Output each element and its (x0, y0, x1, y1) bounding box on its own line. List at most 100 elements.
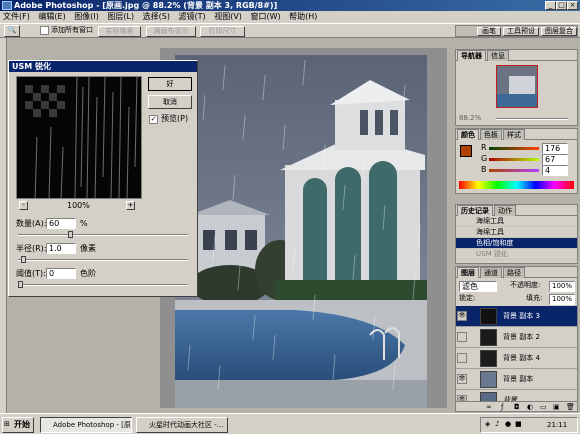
preview-zoom-level: 100% (67, 201, 90, 210)
maximize-button[interactable]: □ (556, 1, 567, 10)
new-layer-icon[interactable]: ▣ (553, 403, 560, 411)
visibility-eye-icon[interactable] (457, 353, 467, 363)
color-spectrum-bar[interactable] (459, 181, 574, 189)
fit-screen-button[interactable]: 满画布显示 (146, 26, 196, 37)
minimize-button[interactable]: _ (545, 1, 556, 10)
tray-volume-icon[interactable]: ♪ (495, 420, 499, 428)
tab-layers[interactable]: 图层 (457, 267, 479, 278)
menu-help[interactable]: 帮助(H) (286, 11, 320, 23)
foreground-color-swatch[interactable] (460, 145, 472, 157)
cancel-button[interactable]: 取消 (148, 95, 192, 109)
visibility-eye-icon[interactable]: 👁 (457, 374, 467, 384)
tray-app-icon[interactable]: ● (505, 420, 511, 428)
threshold-slider-track[interactable] (18, 284, 188, 286)
dialog-preview[interactable] (16, 76, 142, 199)
task-photoshop[interactable]: Adobe Photoshop - [原画... (40, 417, 132, 433)
preview-image (17, 77, 141, 198)
zoom-in-button[interactable]: + (126, 201, 135, 210)
actual-pixels-button[interactable]: 实际像素 (98, 26, 141, 37)
visibility-eye-icon[interactable] (457, 332, 467, 342)
tab-channels[interactable]: 通道 (480, 267, 502, 278)
palette-tab-layer-comps[interactable]: 图层复合 (541, 27, 577, 36)
layer-row[interactable]: 👁 背景 (456, 390, 577, 401)
history-item[interactable]: 海绵工具 (456, 227, 577, 238)
blend-mode-select[interactable]: 滤色 (459, 281, 497, 292)
layer-name: 背景 副本 3 (503, 312, 540, 320)
history-item[interactable]: 海绵工具 (456, 216, 577, 227)
opacity-input[interactable]: 100% (549, 281, 575, 292)
palette-tab-tool-presets[interactable]: 工具预设 (503, 27, 539, 36)
layer-list: 👁 背景 副本 3 背景 副本 2 背景 副本 4 👁 背景 副本 👁 背景 (456, 306, 577, 401)
menu-edit[interactable]: 编辑(E) (35, 11, 68, 23)
palette-well: 画笔 工具预设 图层复合 (455, 25, 578, 37)
layer-actions-bar: ∞ ƒ ◘ ◐ ▭ ▣ 🗑 (456, 401, 577, 411)
blue-value[interactable]: 4 (542, 165, 568, 176)
amount-input[interactable]: 60 (46, 218, 76, 229)
trash-icon[interactable]: 🗑 (566, 403, 575, 411)
tab-swatches[interactable]: 色板 (480, 129, 502, 140)
tray-ime-icon[interactable]: ■ (515, 420, 522, 428)
menu-filter[interactable]: 滤镜(T) (176, 11, 209, 23)
amount-slider-track[interactable] (18, 234, 188, 236)
green-slider[interactable] (489, 158, 539, 161)
radius-slider-track[interactable] (18, 259, 188, 261)
zoom-tool-icon[interactable]: 🔍 (4, 25, 20, 37)
lock-label: 锁定: (459, 294, 476, 302)
tab-history[interactable]: 历史记录 (457, 205, 493, 216)
history-item[interactable]: 色相/饱和度 (456, 238, 577, 249)
menu-file[interactable]: 文件(F) (0, 11, 33, 23)
red-value[interactable]: 176 (542, 143, 568, 154)
radius-slider-thumb[interactable] (21, 256, 27, 263)
threshold-label: 阈值(T): (16, 269, 46, 278)
tab-navigator[interactable]: 导航器 (457, 50, 486, 61)
threshold-input[interactable]: 0 (46, 268, 76, 279)
navigator-thumbnail[interactable] (496, 65, 538, 108)
zoom-out-button[interactable]: - (19, 201, 28, 210)
menu-select[interactable]: 选择(S) (140, 11, 173, 23)
layer-style-icon[interactable]: ƒ (501, 403, 503, 411)
new-group-icon[interactable]: ▭ (540, 403, 547, 411)
history-item-label: USM 锐化 (476, 250, 508, 258)
threshold-unit: 色阶 (80, 269, 96, 278)
tray-network-icon[interactable]: ◈ (485, 420, 490, 428)
layer-row[interactable]: 背景 副本 2 (456, 327, 577, 348)
tab-styles[interactable]: 样式 (503, 129, 525, 140)
visibility-eye-icon[interactable]: 👁 (457, 311, 467, 321)
document-canvas[interactable] (175, 55, 427, 408)
blue-slider[interactable] (489, 169, 539, 172)
link-layers-icon[interactable]: ∞ (486, 403, 492, 411)
history-item[interactable]: USM 锐化 (456, 249, 577, 260)
red-slider[interactable] (489, 147, 539, 150)
palette-tab-brushes[interactable]: 画笔 (477, 27, 501, 36)
amount-slider-thumb[interactable] (67, 231, 73, 238)
menu-image[interactable]: 图像(I) (71, 11, 102, 23)
layer-thumbnail (480, 392, 497, 401)
tab-info[interactable]: 信息 (487, 50, 509, 61)
ok-button[interactable]: 好 (148, 77, 192, 91)
green-value[interactable]: 67 (542, 154, 568, 165)
layer-mask-icon[interactable]: ◘ (514, 403, 520, 411)
navigator-zoom-slider[interactable] (496, 118, 568, 120)
layer-row[interactable]: 👁 背景 副本 (456, 369, 577, 390)
radius-input[interactable]: 1.0 (46, 243, 76, 254)
amount-label: 数量(A): (16, 219, 47, 228)
tab-color[interactable]: 颜色 (457, 129, 479, 140)
task-browser[interactable]: 火星时代动画大社区 -... (136, 417, 228, 433)
close-button[interactable]: × (567, 1, 578, 10)
menu-layer[interactable]: 图层(L) (104, 11, 137, 23)
print-size-button[interactable]: 打印尺寸 (200, 26, 245, 37)
layer-row[interactable]: 👁 背景 副本 3 (456, 306, 577, 327)
threshold-slider-thumb[interactable] (18, 281, 23, 288)
menu-view[interactable]: 视图(V) (211, 11, 245, 23)
preview-checkbox[interactable]: ✓ (149, 115, 158, 124)
tab-actions[interactable]: 动作 (494, 205, 516, 216)
system-tray: ◈ ♪ ● ■ 21:11 (480, 417, 578, 433)
layer-name: 背景 副本 (503, 375, 534, 383)
tab-paths[interactable]: 路径 (503, 267, 525, 278)
toolbox[interactable] (0, 38, 7, 413)
layer-row[interactable]: 背景 副本 4 (456, 348, 577, 369)
menu-window[interactable]: 窗口(W) (247, 11, 283, 23)
add-all-windows-checkbox[interactable] (40, 26, 49, 35)
adjustment-layer-icon[interactable]: ◐ (527, 403, 533, 411)
fill-input[interactable]: 100% (549, 294, 575, 305)
